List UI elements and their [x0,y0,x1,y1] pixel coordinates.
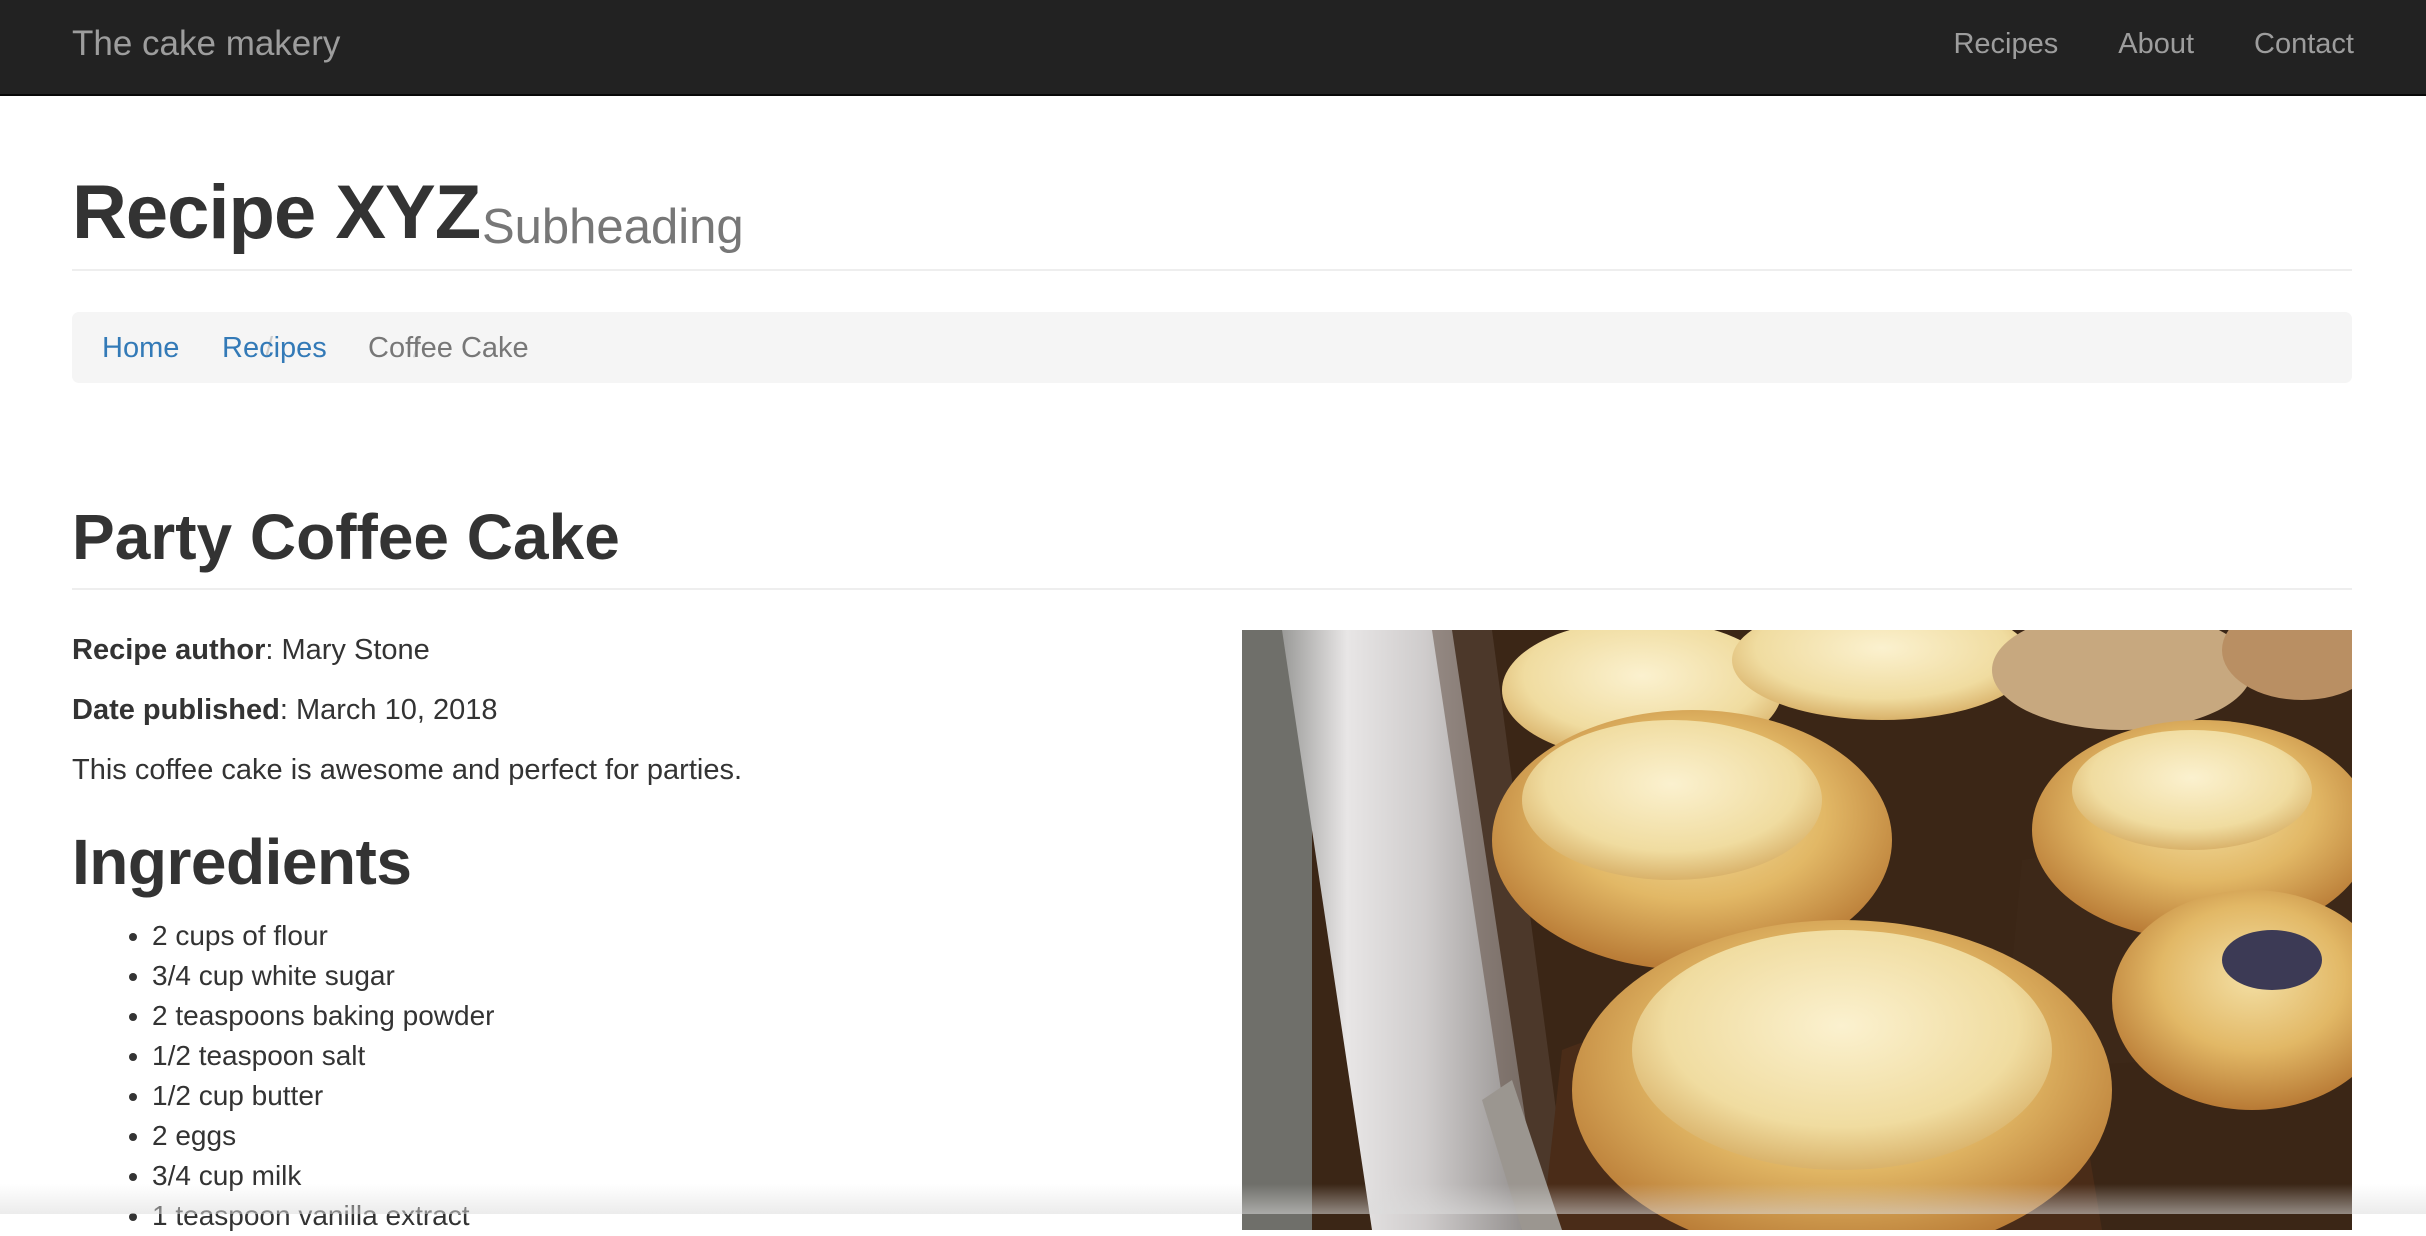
page-title: Recipe XYZ [72,170,481,255]
ingredient-item: 1 teaspoon vanilla extract [152,1196,494,1236]
nav-link-about[interactable]: About [2118,22,2194,66]
page-subtitle: Subheading [482,200,744,254]
ingredient-item: 1/2 cup butter [152,1076,494,1116]
ingredient-item: 2 cups of flour [152,916,494,956]
ingredients-list: 2 cups of flour 3/4 cup white sugar 2 te… [72,916,494,1236]
recipe-author-label: Recipe author [72,634,266,666]
navbar: The cake makery Recipes About Contact [0,0,2426,96]
breadcrumb-recipes[interactable]: Recipes [222,329,327,367]
date-published-value: : March 10, 2018 [279,694,498,726]
divider [72,588,2352,590]
ingredient-item: 2 eggs [152,1116,494,1156]
recipe-author-value: : Mary Stone [265,634,430,666]
ingredients-heading: Ingredients [72,826,412,898]
brand-link[interactable]: The cake makery [72,22,340,66]
nav-link-contact[interactable]: Contact [2254,22,2354,66]
ingredient-item: 1/2 teaspoon salt [152,1036,494,1076]
breadcrumb: Home / Recipes / Coffee Cake [72,312,2352,383]
recipe-photo [1242,630,2352,1230]
page-header: Recipe XYZ Subheading [72,168,2352,271]
nav-links: Recipes About Contact [1953,22,2354,66]
breadcrumb-current: Coffee Cake [368,332,529,364]
ingredient-item: 2 teaspoons baking powder [152,996,494,1036]
ingredient-item: 3/4 cup white sugar [152,956,494,996]
nav-link-recipes[interactable]: Recipes [1953,22,2058,66]
date-published: Date published: March 10, 2018 [72,690,498,730]
recipe-title: Party Coffee Cake [72,501,620,573]
breadcrumb-home[interactable]: Home [102,329,179,367]
ingredient-item: 3/4 cup milk [152,1156,494,1196]
recipe-author: Recipe author: Mary Stone [72,630,430,670]
date-published-label: Date published [72,694,280,726]
recipe-description: This coffee cake is awesome and perfect … [72,754,743,786]
